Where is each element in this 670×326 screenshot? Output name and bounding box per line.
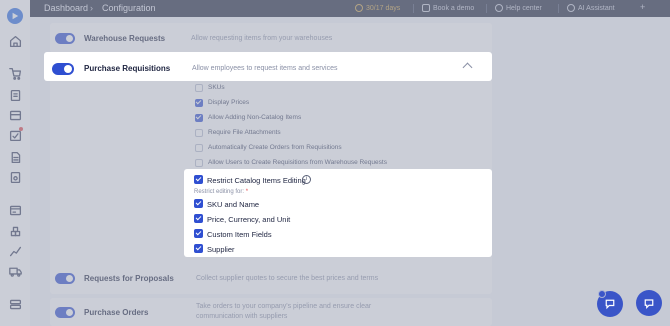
sidebar (0, 0, 31, 326)
feedback-badge (598, 290, 606, 298)
restrict-supplier: Supplier (207, 245, 235, 254)
chevron-up-icon[interactable] (462, 62, 473, 73)
home-icon[interactable] (8, 34, 22, 48)
breadcrumb-configuration: Configuration (102, 3, 156, 13)
restrict-item-checkbox[interactable] (194, 229, 203, 238)
help-center-label: Help center (506, 4, 542, 12)
restrict-item-checkbox[interactable] (194, 199, 203, 208)
trial-text: 30/17 days (366, 4, 401, 12)
requests-for-proposals-card: Requests for Proposals Collect supplier … (50, 264, 492, 294)
requests-icon[interactable] (8, 88, 22, 102)
divider (413, 4, 414, 13)
option-checkbox[interactable] (195, 129, 203, 137)
option-auto-orders: Automatically Create Orders from Requisi… (208, 144, 342, 151)
notification-dot (19, 127, 23, 131)
option-from-warehouse: Allow Users to Create Requisitions from … (208, 159, 387, 166)
purchase-orders-title: Purchase Orders (84, 308, 149, 317)
book-demo-label: Book a demo (433, 4, 475, 12)
help-center-button[interactable]: Help center (495, 4, 542, 12)
sparkle-icon (567, 4, 575, 12)
purchase-orders-desc: Take orders to your company's pipeline a… (196, 303, 372, 310)
ai-assistant-button[interactable]: AI Assistant (567, 4, 615, 12)
restrict-price-currency-unit: Price, Currency, and Unit (207, 215, 291, 224)
restrict-catalog-label: Restrict Catalog Items Editing (207, 176, 306, 185)
warehouse-icon[interactable] (8, 224, 22, 238)
restrict-catalog-panel: Restrict Catalog Items Editing i Restric… (184, 169, 492, 257)
divider (558, 4, 559, 13)
purchase-requisitions-toggle[interactable] (52, 63, 74, 75)
ai-assistant-label: AI Assistant (578, 4, 615, 12)
purchase-requisitions-title: Purchase Requisitions (84, 64, 171, 73)
purchase-orders-toggle[interactable] (55, 307, 75, 318)
warehouse-requests-toggle[interactable] (55, 33, 75, 44)
option-checkbox[interactable] (195, 114, 203, 122)
warehouse-requests-title: Warehouse Requests (84, 34, 166, 43)
restrict-sku-name: SKU and Name (207, 200, 260, 209)
receipt-icon[interactable] (8, 170, 22, 184)
support-chat-button[interactable] (636, 290, 662, 316)
option-checkbox[interactable] (195, 144, 203, 152)
restrict-catalog-checkbox[interactable] (194, 175, 203, 184)
option-non-catalog: Allow Adding Non-Catalog Items (208, 114, 302, 121)
option-checkbox[interactable] (195, 159, 203, 167)
warehouse-requests-card: Warehouse Requests Allow requesting item… (50, 23, 492, 53)
proposals-title: Requests for Proposals (84, 274, 174, 283)
option-skus: SKUs (208, 84, 225, 91)
restrict-item-checkbox[interactable] (194, 244, 203, 253)
option-checkbox[interactable] (195, 99, 203, 107)
option-file-attachments: Require File Attachments (208, 129, 281, 136)
info-icon[interactable]: i (302, 175, 311, 184)
book-demo-button[interactable]: Book a demo (422, 4, 474, 12)
settings-stack-icon[interactable] (8, 297, 22, 311)
divider (486, 4, 487, 13)
chat-bubble-icon (605, 299, 615, 310)
message-icon (644, 299, 654, 309)
delivery-icon[interactable] (8, 264, 22, 278)
top-bar: Dashboard › Configuration 30/17 days Boo… (30, 0, 670, 17)
help-icon (495, 4, 503, 12)
restrict-editing-for-label: Restrict editing for: * (194, 189, 248, 195)
restrict-sublabel-text: Restrict editing for: (194, 189, 245, 195)
trial-indicator[interactable]: 30/17 days (355, 4, 400, 12)
restrict-item-checkbox[interactable] (194, 214, 203, 223)
breadcrumb-separator: › (90, 3, 93, 13)
budget-icon[interactable] (8, 203, 22, 217)
cart-icon[interactable] (8, 66, 22, 80)
required-mark: * (245, 189, 249, 195)
option-display-prices: Display Prices (208, 99, 250, 106)
app-logo[interactable] (7, 8, 23, 24)
purchase-orders-desc-2: communication with suppliers (196, 313, 288, 320)
calendar-icon (422, 4, 430, 12)
clock-icon (355, 4, 363, 12)
purchase-requisitions-desc: Allow employees to request items and ser… (192, 65, 338, 72)
analytics-icon[interactable] (8, 244, 22, 258)
purchase-requisitions-header[interactable]: Purchase Requisitions Allow employees to… (44, 52, 492, 81)
proposals-desc: Collect supplier quotes to secure the be… (196, 275, 379, 282)
invoice-icon[interactable] (8, 150, 22, 164)
restrict-custom-fields: Custom Item Fields (207, 230, 272, 239)
purchase-orders-card: Purchase Orders Take orders to your comp… (50, 298, 492, 326)
option-checkbox[interactable] (195, 84, 203, 92)
proposals-toggle[interactable] (55, 273, 75, 284)
breadcrumb-dashboard[interactable]: Dashboard (44, 3, 88, 13)
add-button[interactable]: + (640, 2, 645, 12)
warehouse-requests-desc: Allow requesting items from your warehou… (191, 35, 333, 42)
catalog-icon[interactable] (8, 108, 22, 122)
